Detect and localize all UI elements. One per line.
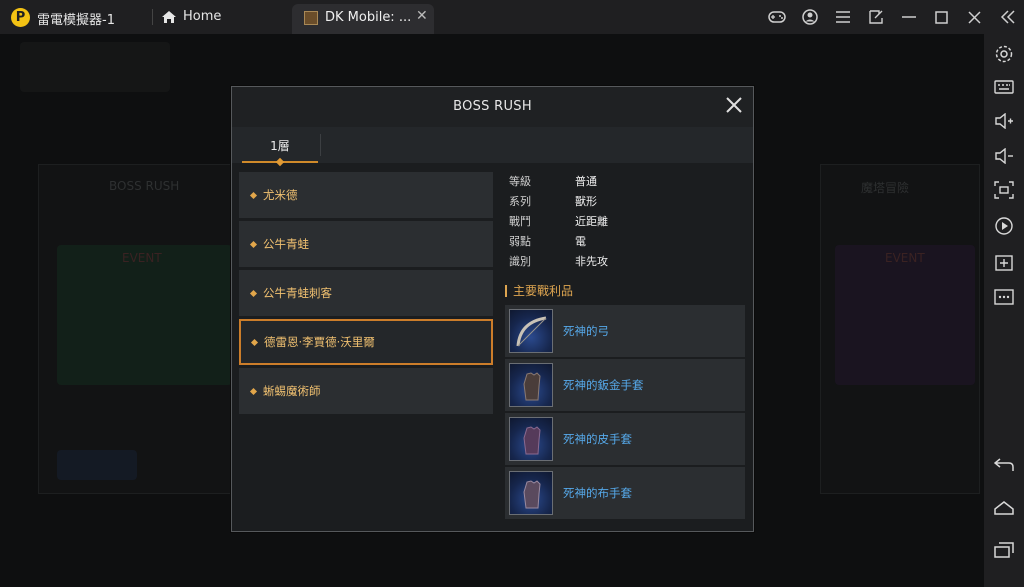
resolution-icon[interactable] [993, 179, 1015, 201]
gamepad-icon[interactable] [760, 0, 793, 34]
menu-icon[interactable] [826, 0, 859, 34]
boss-list-item[interactable]: 公牛青蛙 [239, 221, 493, 267]
boss-info-panel: 等級 普通 系列 獸形 戰鬥 近距離 弱點 電 識別 非先攻 主要戰利品 死神的弓 死神的… [499, 167, 751, 527]
loot-item[interactable]: 死神的布手套 [505, 467, 745, 519]
collapse-sidebar-icon[interactable] [991, 0, 1024, 34]
android-home-icon[interactable] [993, 497, 1015, 519]
bg-event-label: EVENT [885, 251, 925, 265]
tab-dk-mobile[interactable]: DK Mobile: ... ✕ [292, 4, 434, 34]
home-icon[interactable] [161, 10, 177, 24]
plate-gauntlet-icon [509, 363, 553, 407]
record-icon[interactable] [993, 215, 1015, 237]
boss-name: 公牛青蛙刺客 [263, 286, 332, 300]
boss-list: 尤米德 公牛青蛙 公牛青蛙刺客 德雷恩·李賈德·沃里爾 蜥蜴魔術師 [239, 172, 493, 417]
stat-row: 識別 非先攻 [509, 253, 608, 273]
bg-player-status [20, 42, 170, 92]
boss-stats: 等級 普通 系列 獸形 戰鬥 近距離 弱點 電 識別 非先攻 [509, 173, 608, 273]
stat-row: 系列 獸形 [509, 193, 608, 213]
maximize-icon[interactable] [925, 0, 958, 34]
more-icon[interactable] [993, 286, 1015, 308]
tab-label: DK Mobile: ... [325, 10, 412, 25]
diamond-bullet-icon [249, 289, 258, 297]
divider [152, 9, 153, 25]
loot-name: 死神的弓 [563, 324, 609, 338]
divider [320, 134, 321, 156]
stat-key: 識別 [509, 255, 531, 268]
loot-name: 死神的皮手套 [563, 432, 632, 446]
bg-card-title: 魔塔冒險 [861, 181, 910, 195]
boss-rush-dialog: BOSS RUSH 1層 尤米德 公牛青蛙 公牛青蛙刺客 德雷恩·李賈德·沃里爾… [231, 86, 754, 532]
tab-floor-1[interactable]: 1層 [240, 127, 320, 167]
boss-name: 德雷恩·李賈德·沃里爾 [264, 335, 375, 349]
stat-value: 電 [575, 235, 586, 248]
bg-event-image: EVENT [835, 245, 975, 385]
leather-glove-icon [509, 417, 553, 461]
stat-row: 等級 普通 [509, 173, 608, 193]
boss-list-item[interactable]: 蜥蜴魔術師 [239, 368, 493, 414]
loot-name: 死神的布手套 [563, 486, 632, 500]
diamond-bullet-icon [249, 240, 258, 248]
stat-row: 戰鬥 近距離 [509, 213, 608, 233]
bg-event-card-left: BOSS RUSH EVENT [38, 164, 248, 494]
stat-key: 弱點 [509, 235, 531, 248]
stat-value: 非先攻 [575, 255, 608, 268]
keyboard-icon[interactable] [993, 76, 1015, 98]
emulator-sidebar [984, 34, 1024, 587]
home-tab[interactable]: Home [183, 9, 221, 24]
boss-name: 公牛青蛙 [263, 237, 309, 251]
floor-tabs: 1層 [232, 127, 753, 167]
recent-apps-icon[interactable] [993, 539, 1015, 561]
active-tab-diamond-icon [275, 157, 285, 167]
boss-list-item[interactable]: 尤米德 [239, 172, 493, 218]
stat-key: 戰鬥 [509, 215, 531, 228]
dialog-title: BOSS RUSH [453, 99, 532, 114]
app-logo-icon: P [11, 8, 30, 27]
boss-list-item[interactable]: 公牛青蛙刺客 [239, 270, 493, 316]
loot-name: 死神的鈑金手套 [563, 378, 644, 392]
loot-item[interactable]: 死神的鈑金手套 [505, 359, 745, 411]
boss-name: 蜥蜴魔術師 [263, 384, 321, 398]
stat-value: 近距離 [575, 215, 608, 228]
close-tab-icon[interactable]: ✕ [416, 8, 428, 24]
account-icon[interactable] [793, 0, 826, 34]
cloth-glove-icon [509, 471, 553, 515]
back-icon[interactable] [993, 454, 1015, 476]
title-bar: P 雷電模擬器-1 Home DK Mobile: ... ✕ [0, 0, 1024, 34]
volume-down-icon[interactable] [993, 145, 1015, 167]
minimize-icon[interactable] [892, 0, 925, 34]
game-tab-icon [304, 11, 318, 25]
install-apk-icon[interactable] [993, 251, 1015, 273]
bg-button [57, 450, 137, 480]
volume-up-icon[interactable] [993, 110, 1015, 132]
shrink-window-icon[interactable] [859, 0, 892, 34]
stat-key: 系列 [509, 195, 531, 208]
bg-event-label: EVENT [122, 251, 162, 265]
stat-key: 等級 [509, 175, 531, 188]
bg-event-image: EVENT [57, 245, 232, 385]
bg-card-title: BOSS RUSH [109, 179, 180, 193]
bow-icon [509, 309, 553, 353]
loot-heading: 主要戰利品 [505, 285, 573, 297]
close-dialog-icon[interactable] [725, 96, 743, 114]
bg-event-card-right: 魔塔冒險 EVENT [820, 164, 980, 494]
dialog-header: BOSS RUSH [232, 87, 753, 127]
loot-item[interactable]: 死神的皮手套 [505, 413, 745, 465]
stat-row: 弱點 電 [509, 233, 608, 253]
boss-name: 尤米德 [263, 188, 298, 202]
stat-value: 普通 [575, 175, 597, 188]
diamond-bullet-icon [249, 191, 258, 199]
close-window-icon[interactable] [958, 0, 991, 34]
loot-list: 死神的弓 死神的鈑金手套 死神的皮手套 死神的布手套 [505, 305, 745, 521]
tab-floor-1-label: 1層 [270, 139, 290, 153]
app-title: 雷電模擬器-1 [37, 13, 115, 28]
settings-gear-icon[interactable] [993, 43, 1015, 65]
diamond-bullet-icon [250, 338, 259, 346]
loot-item[interactable]: 死神的弓 [505, 305, 745, 357]
diamond-bullet-icon [249, 387, 258, 395]
boss-list-item-selected[interactable]: 德雷恩·李賈德·沃里爾 [239, 319, 493, 365]
stat-value: 獸形 [575, 195, 597, 208]
